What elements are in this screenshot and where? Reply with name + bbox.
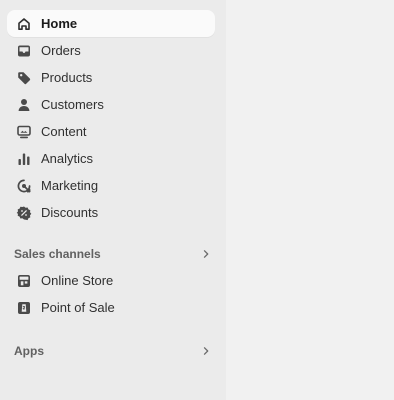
bar-chart-icon [16, 151, 32, 167]
nav-item-customers[interactable]: Customers [7, 91, 215, 118]
nav-item-label: Point of Sale [41, 300, 115, 315]
nav-item-label: Online Store [41, 273, 114, 288]
nav-item-orders[interactable]: Orders [7, 37, 215, 64]
sales-channels-title: Sales channels [14, 246, 101, 261]
nav-item-point-of-sale[interactable]: Point of Sale [7, 294, 215, 321]
inbox-icon [16, 43, 32, 59]
apps-header[interactable]: Apps [7, 337, 212, 364]
home-icon [16, 16, 32, 32]
discount-badge-icon [16, 205, 32, 221]
nav-item-label: Analytics [41, 151, 94, 166]
pos-icon [16, 300, 32, 316]
nav-item-discounts[interactable]: Discounts [7, 199, 215, 226]
target-icon [16, 178, 32, 194]
sales-channels-header[interactable]: Sales channels [7, 240, 212, 267]
nav-item-products[interactable]: Products [7, 64, 215, 91]
nav-item-label: Orders [41, 43, 81, 58]
nav-item-online-store[interactable]: Online Store [7, 267, 215, 294]
person-icon [16, 97, 32, 113]
content-icon [16, 124, 32, 140]
nav-item-analytics[interactable]: Analytics [7, 145, 215, 172]
tag-icon [16, 70, 32, 86]
nav-item-label: Home [41, 16, 78, 31]
storefront-icon [16, 273, 32, 289]
main-content-area [226, 0, 394, 400]
apps-title: Apps [14, 343, 44, 358]
chevron-right-icon[interactable] [200, 345, 212, 357]
nav-item-label: Customers [41, 97, 104, 112]
nav-item-label: Marketing [41, 178, 99, 193]
sidebar: Home Orders Products Customers Content A… [0, 0, 226, 400]
nav-item-marketing[interactable]: Marketing [7, 172, 215, 199]
chevron-right-icon[interactable] [200, 248, 212, 260]
nav-item-content[interactable]: Content [7, 118, 215, 145]
nav-item-home[interactable]: Home [7, 10, 215, 37]
nav-item-label: Content [41, 124, 87, 139]
nav-item-label: Discounts [41, 205, 99, 220]
nav-item-label: Products [41, 70, 93, 85]
